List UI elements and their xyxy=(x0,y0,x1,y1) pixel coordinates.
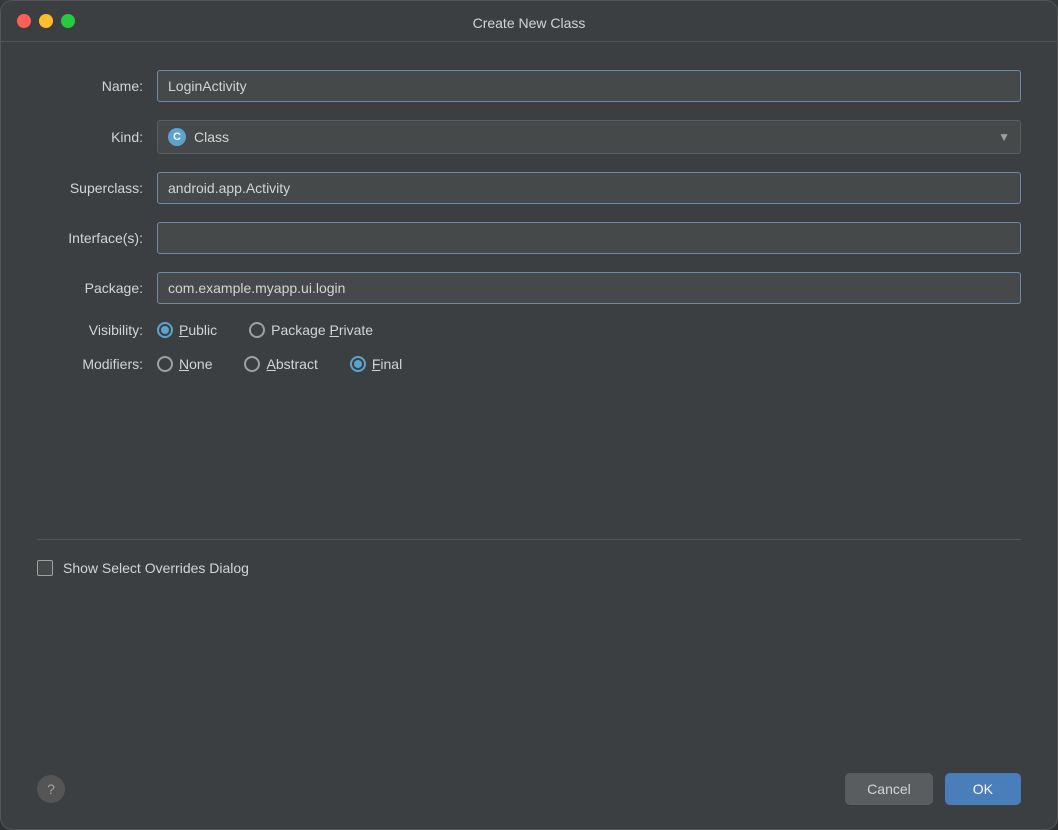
minimize-button[interactable] xyxy=(39,14,53,28)
modifier-abstract-option[interactable]: Abstract xyxy=(244,356,317,372)
visibility-public-radio[interactable] xyxy=(157,322,173,338)
visibility-row: Visibility: Public Package Private xyxy=(37,322,1021,338)
create-new-class-dialog: Create New Class Name: Kind: C Class ▼ S… xyxy=(0,0,1058,830)
ok-button[interactable]: OK xyxy=(945,773,1021,805)
radio-dot-final xyxy=(354,360,362,368)
visibility-public-option[interactable]: Public xyxy=(157,322,217,338)
modifier-abstract-radio[interactable] xyxy=(244,356,260,372)
window-controls xyxy=(17,14,75,28)
interfaces-label: Interface(s): xyxy=(37,230,157,246)
modifier-none-option[interactable]: None xyxy=(157,356,212,372)
kind-icon: C xyxy=(168,128,186,146)
kind-select-wrapper[interactable]: C Class ▼ xyxy=(157,120,1021,154)
interfaces-input[interactable] xyxy=(157,222,1021,254)
show-overrides-label: Show Select Overrides Dialog xyxy=(63,560,249,576)
name-label: Name: xyxy=(37,78,157,94)
superclass-label: Superclass: xyxy=(37,180,157,196)
footer-buttons: Cancel OK xyxy=(845,773,1021,805)
kind-row: Kind: C Class ▼ xyxy=(37,120,1021,154)
spacer-bottom xyxy=(37,596,1021,729)
modifier-final-radio[interactable] xyxy=(350,356,366,372)
modifiers-label: Modifiers: xyxy=(37,356,157,372)
close-button[interactable] xyxy=(17,14,31,28)
name-row: Name: xyxy=(37,70,1021,102)
checkbox-row: Show Select Overrides Dialog xyxy=(37,560,1021,576)
package-input[interactable] xyxy=(157,272,1021,304)
visibility-package-private-option[interactable]: Package Private xyxy=(249,322,373,338)
help-button[interactable]: ? xyxy=(37,775,65,803)
dialog-body: Name: Kind: C Class ▼ Superclass: Interf… xyxy=(1,42,1057,757)
modifiers-radio-group: None Abstract Final xyxy=(157,356,1021,372)
visibility-label: Visibility: xyxy=(37,322,157,338)
kind-label: Kind: xyxy=(37,129,157,145)
modifier-abstract-label: Abstract xyxy=(266,356,317,372)
visibility-radio-group: Public Package Private xyxy=(157,322,1021,338)
title-bar: Create New Class xyxy=(1,1,1057,42)
divider xyxy=(37,539,1021,540)
modifier-final-option[interactable]: Final xyxy=(350,356,402,372)
cancel-button[interactable]: Cancel xyxy=(845,773,933,805)
dialog-footer: ? Cancel OK xyxy=(1,757,1057,829)
modifier-final-label: Final xyxy=(372,356,402,372)
superclass-row: Superclass: xyxy=(37,172,1021,204)
dialog-title: Create New Class xyxy=(473,15,586,31)
modifier-none-radio[interactable] xyxy=(157,356,173,372)
package-row: Package: xyxy=(37,272,1021,304)
interfaces-row: Interface(s): xyxy=(37,222,1021,254)
spacer xyxy=(37,390,1021,523)
name-input[interactable] xyxy=(157,70,1021,102)
visibility-package-private-label: Package Private xyxy=(271,322,373,338)
kind-value: Class xyxy=(194,129,229,145)
superclass-input[interactable] xyxy=(157,172,1021,204)
maximize-button[interactable] xyxy=(61,14,75,28)
visibility-package-private-radio[interactable] xyxy=(249,322,265,338)
visibility-public-label: Public xyxy=(179,322,217,338)
package-label: Package: xyxy=(37,280,157,296)
radio-dot xyxy=(161,326,169,334)
kind-select-display[interactable]: C Class ▼ xyxy=(157,120,1021,154)
modifier-none-label: None xyxy=(179,356,212,372)
chevron-down-icon: ▼ xyxy=(998,130,1010,144)
show-overrides-checkbox[interactable] xyxy=(37,560,53,576)
modifiers-row: Modifiers: None Abstract Final xyxy=(37,356,1021,372)
